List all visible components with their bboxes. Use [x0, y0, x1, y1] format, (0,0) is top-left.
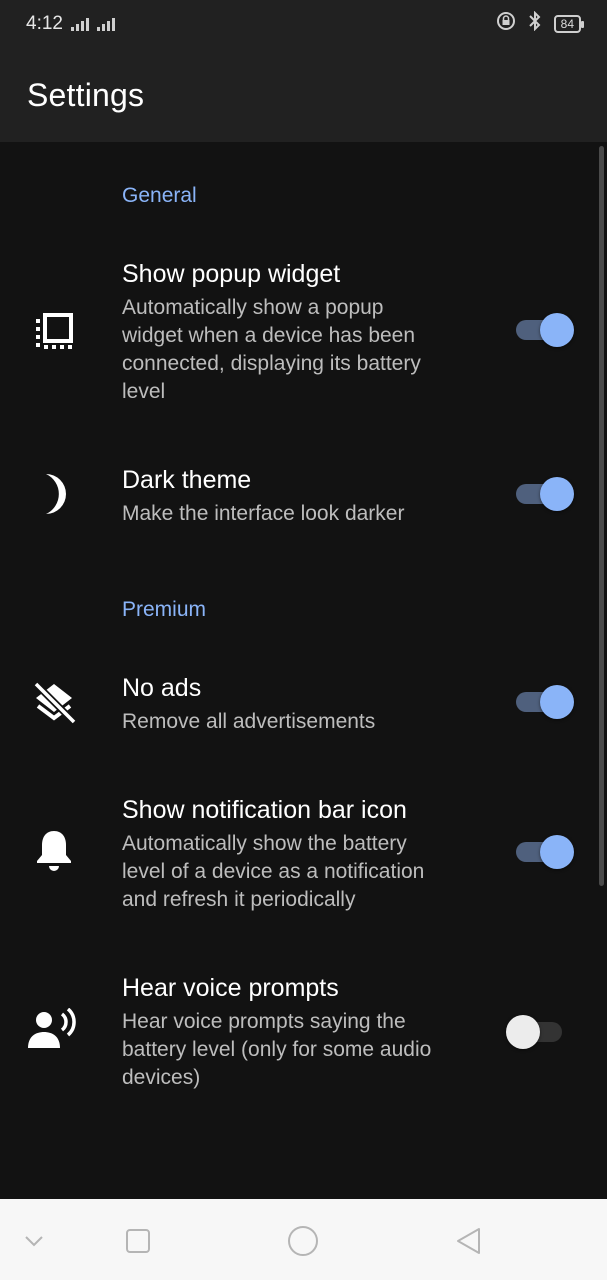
- battery-icon: 84: [553, 15, 585, 33]
- layers-off-icon: [28, 676, 80, 728]
- setting-description: Remove all advertisements: [122, 708, 482, 736]
- status-time: 4:12: [26, 13, 63, 34]
- toggle-thumb: [540, 477, 574, 511]
- popup-widget-icon: [28, 306, 80, 358]
- toggle-thumb: [540, 685, 574, 719]
- setting-description: Automatically show the battery level of …: [122, 830, 494, 914]
- system-nav-bar: [0, 1199, 607, 1280]
- toggle-thumb: [540, 313, 574, 347]
- home-icon[interactable]: [281, 1219, 325, 1263]
- toggle-thumb: [506, 1015, 540, 1049]
- description-line: level: [122, 380, 166, 403]
- status-right: 84: [496, 10, 585, 37]
- app-bar: Settings: [0, 48, 607, 142]
- page-title: Settings: [27, 76, 145, 113]
- setting-title: Dark theme: [122, 466, 252, 494]
- description-line: Automatically show a popup: [122, 296, 384, 319]
- setting-title: Hear voice prompts: [122, 974, 339, 1002]
- status-left: 4:12: [26, 13, 115, 35]
- moon-icon: [28, 468, 80, 520]
- section-header-premium: Premium: [122, 598, 207, 621]
- back-icon[interactable]: [446, 1219, 490, 1263]
- setting-dark-theme[interactable]: Dark theme Make the interface look darke…: [0, 458, 607, 538]
- setting-description: Automatically show a popup widget when a…: [122, 294, 482, 406]
- voice-prompts-toggle[interactable]: [506, 1012, 576, 1052]
- toggle-thumb: [540, 835, 574, 869]
- description-line: Automatically show the battery: [122, 832, 407, 855]
- status-bar: 4:12 84: [0, 0, 607, 48]
- no-ads-toggle[interactable]: [516, 682, 574, 722]
- setting-no-ads[interactable]: No ads Remove all advertisements: [0, 666, 607, 746]
- battery-level: 84: [560, 17, 574, 31]
- setting-notification-icon[interactable]: Show notification bar icon Automatically…: [0, 788, 607, 918]
- setting-popup-widget[interactable]: Show popup widget Automatically show a p…: [0, 252, 607, 420]
- section-header-general: General: [122, 184, 197, 207]
- setting-description: Make the interface look darker: [122, 500, 482, 528]
- notification-icon-toggle[interactable]: [516, 832, 574, 872]
- chevron-down-icon[interactable]: [12, 1219, 56, 1263]
- description-line: and refresh it periodically: [122, 888, 356, 911]
- bluetooth-icon: [526, 10, 544, 37]
- description-line: Make the interface look darker: [122, 502, 405, 525]
- dark-theme-toggle[interactable]: [516, 474, 574, 514]
- popup-widget-toggle[interactable]: [516, 310, 574, 350]
- description-line: connected, displaying its battery: [122, 352, 421, 375]
- description-line: level of a device as a notification: [122, 860, 425, 883]
- setting-description: Hear voice prompts saying the battery le…: [122, 1008, 494, 1092]
- description-line: widget when a device has been: [122, 324, 416, 347]
- recents-icon[interactable]: [116, 1219, 160, 1263]
- signal-icon: [96, 17, 115, 31]
- setting-title: Show popup widget: [122, 260, 341, 288]
- voice-person-icon: [28, 1004, 80, 1056]
- description-line: devices): [122, 1066, 201, 1089]
- bell-icon: [28, 824, 80, 876]
- signal-icon: [70, 17, 89, 31]
- vpn-lock-icon: [496, 11, 516, 37]
- setting-title: Show notification bar icon: [122, 796, 407, 824]
- description-line: Remove all advertisements: [122, 710, 376, 733]
- description-line: Hear voice prompts saying the: [122, 1010, 406, 1033]
- setting-voice-prompts[interactable]: Hear voice prompts Hear voice prompts sa…: [0, 966, 607, 1096]
- description-line: battery level (only for some audio: [122, 1038, 432, 1061]
- setting-title: No ads: [122, 674, 202, 702]
